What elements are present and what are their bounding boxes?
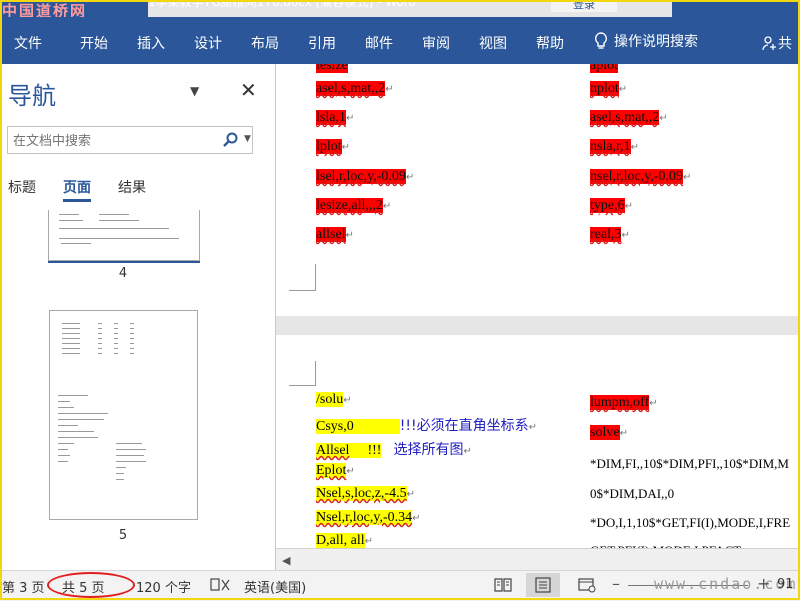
code-line: type,6↵	[590, 198, 633, 213]
zoom-level[interactable]: 91	[777, 577, 794, 592]
tab-view[interactable]: 视图	[479, 33, 507, 53]
tab-home[interactable]: 开始	[80, 33, 108, 53]
zoom-out-icon[interactable]: –	[612, 574, 620, 593]
tab-references[interactable]: 引用	[308, 33, 336, 53]
tell-me-label: 操作说明搜索	[614, 34, 698, 50]
code-line: *DO,I,1,10$*GET,FI(I),MODE,I,FRE	[590, 515, 791, 530]
print-layout-icon	[535, 577, 551, 593]
code-line: asel,s,mat,,2↵	[590, 110, 668, 125]
code-line: D,all, all↵	[316, 533, 373, 548]
tab-file[interactable]: 文件	[14, 33, 42, 53]
code-line: Nsel,s,loc,z,-4.5↵	[316, 486, 415, 501]
nav-search-box[interactable]: ▼	[7, 126, 253, 154]
code-line: Eplot↵	[316, 463, 355, 478]
scroll-left-icon[interactable]: ◀	[282, 554, 290, 567]
print-layout-button[interactable]	[526, 573, 560, 597]
code-line: lplot↵	[316, 139, 351, 154]
nav-options-chevron-icon[interactable]: ▼	[190, 84, 199, 98]
code-line: Allsel!!! 选择所有图↵	[316, 442, 472, 458]
code-line: solve↵	[590, 425, 628, 440]
title-bar: 中国道桥网 1李某教学7G腰椎间176.docx [兼容模式] - Word 登…	[0, 0, 800, 17]
watermark-logo: 中国道桥网	[2, 2, 88, 17]
ribbon-tabs: 文件 开始 插入 设计 布局 引用 邮件 审阅 视图 帮助 操作说明搜索 共	[0, 17, 800, 64]
nav-tab-headings[interactable]: 标题	[8, 177, 36, 197]
code-line: real,3↵	[590, 227, 630, 242]
annotation-note: 选择所有图	[393, 442, 464, 458]
watermark-site: www.cndao.com	[654, 575, 798, 593]
word-count[interactable]: 120 个字	[136, 577, 191, 596]
page-number-label: 4	[118, 266, 128, 281]
code-line: /solu↵	[316, 392, 352, 407]
close-icon[interactable]: ✕	[240, 78, 257, 102]
nav-tab-results[interactable]: 结果	[118, 177, 146, 197]
code-line: lumpm,off↵	[590, 395, 658, 410]
code-line: nplot↵	[590, 81, 628, 96]
tab-design[interactable]: 设计	[194, 33, 222, 53]
search-icon[interactable]	[222, 132, 238, 148]
code-line: lesize,all,,,2↵	[316, 198, 392, 213]
document-area[interactable]: lesize aplot asel,s,mat,,2↵ lsla,1↵ lplo…	[276, 64, 800, 570]
code-line: *DIM,FI,,10$*DIM,PFI,,10$*DIM,M	[590, 456, 789, 471]
nav-search-input[interactable]	[11, 130, 215, 152]
code-line: Csys,0 !!!必须在直角坐标系↵	[316, 418, 537, 434]
page-thumbnail-4[interactable]	[48, 210, 200, 261]
zoom-in-icon[interactable]: +	[757, 574, 770, 593]
horizontal-scrollbar[interactable]: ◀	[276, 548, 800, 570]
annotation-note: !!!必须在直角坐标系	[399, 418, 529, 434]
page-thumbnail-5[interactable]	[49, 310, 198, 520]
tab-help[interactable]: 帮助	[536, 33, 564, 53]
page-margin-mark	[289, 264, 316, 291]
proofing-icon[interactable]	[210, 577, 230, 597]
code-line: asel,s,mat,,2↵	[316, 81, 394, 96]
tab-mailings[interactable]: 邮件	[365, 33, 393, 53]
navigation-pane: 导航 ▼ ✕ ▼ 标题 页面 结果 4	[0, 64, 276, 570]
nav-tab-pages[interactable]: 页面	[63, 177, 91, 202]
code-line: nsel,r,loc,y,-0.09↵	[590, 169, 692, 184]
code-line: lsla,1↵	[316, 110, 355, 125]
share-button[interactable]: 共	[762, 33, 792, 53]
code-line: 0$*DIM,DAI,,0	[590, 486, 675, 501]
person-add-icon	[762, 36, 776, 51]
page-indicator[interactable]: 第 3 页	[2, 577, 45, 596]
sign-in-button[interactable]: 登录	[551, 0, 617, 12]
language-indicator[interactable]: 英语(美国)	[244, 577, 306, 596]
tab-review[interactable]: 审阅	[422, 33, 450, 53]
code-line: Nsel,r,loc,y,-0.34↵	[316, 510, 421, 525]
tab-layout[interactable]: 布局	[251, 33, 279, 53]
nav-pane-title: 导航	[8, 82, 56, 110]
tell-me-search[interactable]: 操作说明搜索	[594, 31, 698, 51]
red-annotation-circle	[47, 572, 135, 598]
lightbulb-icon	[594, 32, 608, 49]
document-page-lower: /solu↵ Csys,0 !!!必须在直角坐标系↵ Allsel!!! 选择所有图…	[276, 335, 800, 558]
read-mode-icon[interactable]	[494, 577, 512, 597]
code-line: allsel↵	[316, 227, 354, 242]
document-page-upper: lesize aplot asel,s,mat,,2↵ lsla,1↵ lplo…	[276, 64, 800, 316]
page-number-label: 5	[118, 528, 128, 543]
code-line: nsla,r,1↵	[590, 139, 640, 154]
share-label: 共	[778, 36, 792, 52]
web-layout-icon[interactable]	[578, 577, 596, 597]
tab-insert[interactable]: 插入	[137, 33, 165, 53]
search-dropdown-chevron-icon[interactable]: ▼	[244, 134, 251, 144]
status-bar: 第 3 页 共 5 页 120 个字 英语(美国) – www.cndao.co…	[0, 570, 800, 601]
page-margin-mark	[289, 361, 316, 386]
code-line: lsel,r,loc,y,-0.09↵	[316, 169, 415, 184]
